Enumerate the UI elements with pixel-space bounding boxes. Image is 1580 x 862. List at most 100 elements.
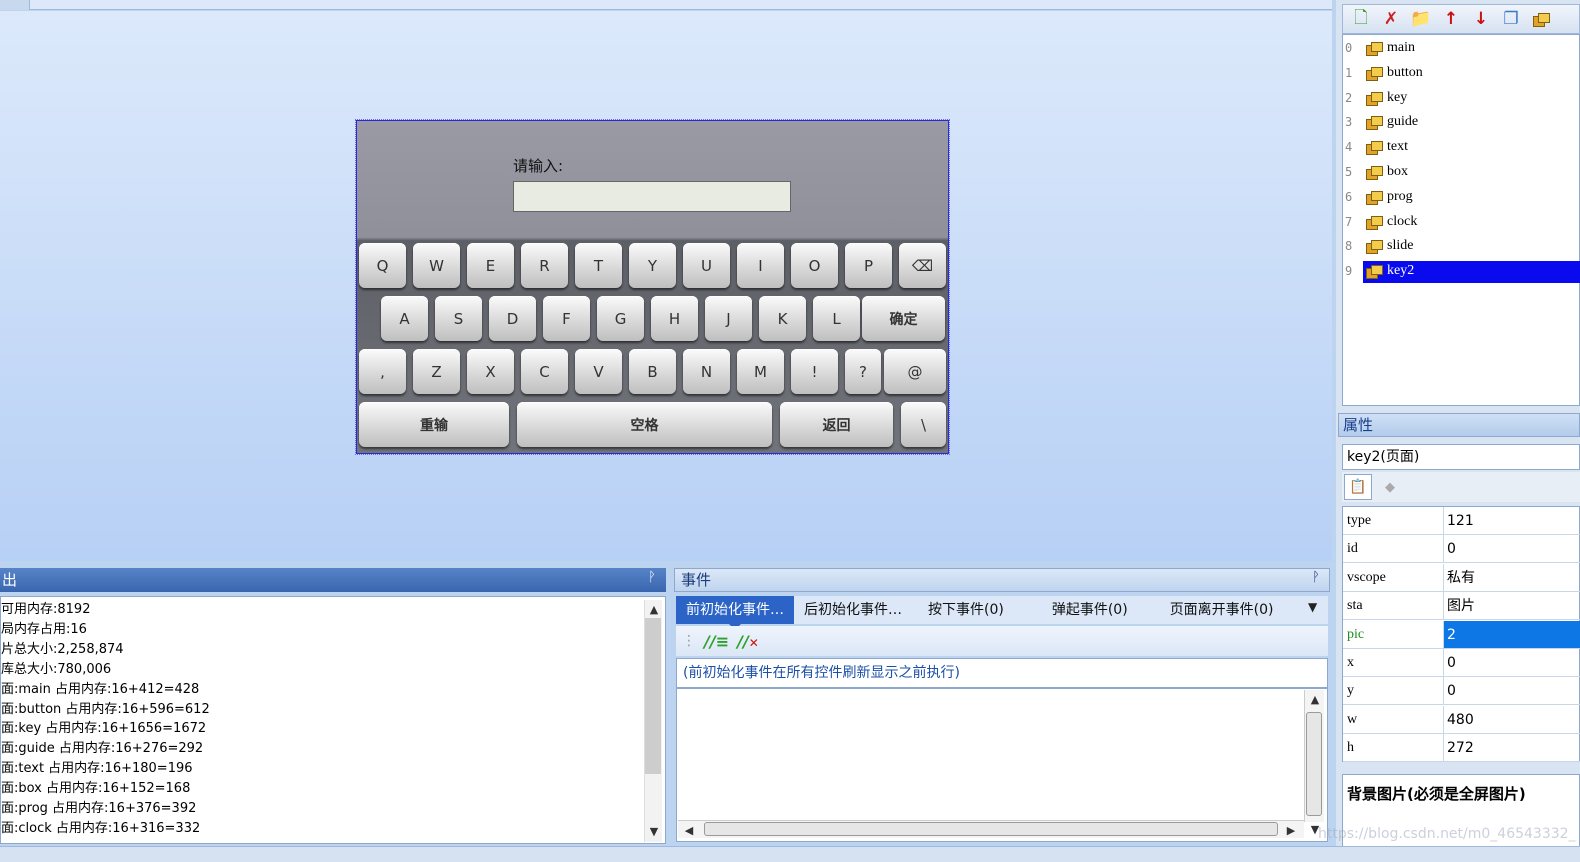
output-line: 面:main 占用内存:16+412=428: [1, 681, 200, 697]
keyboard-key[interactable]: H: [651, 296, 698, 341]
event-tab[interactable]: 页面离开事件(0): [1160, 596, 1284, 624]
editor-vertical-thumb[interactable]: [1306, 712, 1322, 816]
keyboard-key[interactable]: X: [467, 349, 514, 394]
page-list-item[interactable]: 1 button: [1343, 61, 1580, 85]
keyboard-key[interactable]: !: [791, 349, 838, 394]
property-value[interactable]: 私有: [1444, 564, 1580, 591]
property-row[interactable]: h 272: [1343, 734, 1580, 763]
keyboard-key[interactable]: 重输: [359, 402, 509, 447]
property-value[interactable]: 121: [1444, 507, 1580, 534]
property-value[interactable]: 480: [1444, 706, 1580, 733]
property-row[interactable]: x0: [1343, 649, 1580, 677]
event-tab[interactable]: 后初始化事件…: [794, 596, 912, 624]
keyboard-key[interactable]: K: [759, 296, 806, 341]
event-code-editor[interactable]: [676, 688, 1328, 842]
editor-scroll-left-icon[interactable]: ◀: [680, 821, 698, 839]
text-input-field[interactable]: [513, 181, 791, 212]
property-value[interactable]: 0: [1444, 677, 1580, 704]
page-name: main: [1387, 40, 1415, 55]
property-row[interactable]: sta 图片: [1343, 592, 1580, 621]
property-row[interactable]: vscope 私有: [1343, 563, 1580, 592]
keyboard-key[interactable]: 确定: [862, 296, 945, 341]
new-page-icon[interactable]: 🗋: [1349, 8, 1373, 30]
property-value[interactable]: 2: [1444, 620, 1580, 648]
uncomment-icon[interactable]: //✕: [737, 632, 759, 651]
page-list-item[interactable]: 4 text: [1343, 135, 1580, 159]
page-list-item[interactable]: 9 key2: [1343, 259, 1580, 284]
keyboard-key[interactable]: W: [413, 243, 460, 288]
output-pin-icon[interactable]: ᚹ: [648, 570, 656, 585]
property-row[interactable]: id 0: [1343, 535, 1580, 564]
keyboard-key[interactable]: L: [813, 296, 860, 341]
output-scroll-thumb[interactable]: [645, 618, 661, 774]
keyboard-key[interactable]: O: [791, 243, 838, 288]
event-tab[interactable]: 前初始化事件…: [676, 596, 794, 630]
property-value[interactable]: 272: [1444, 734, 1580, 761]
keyboard-key[interactable]: D: [489, 296, 536, 341]
page-list-item[interactable]: 3 guide: [1343, 110, 1580, 134]
arrow-up-icon[interactable]: ↑: [1439, 8, 1463, 30]
keyboard-key[interactable]: T: [575, 243, 622, 288]
keyboard-key[interactable]: P: [845, 243, 892, 288]
events-pin-icon[interactable]: ᚹ: [1312, 570, 1320, 585]
keyboard-key[interactable]: C: [521, 349, 568, 394]
page-list-item[interactable]: 6 prog: [1343, 185, 1580, 209]
scroll-up-icon[interactable]: ▲: [645, 600, 663, 618]
editor-scroll-right-icon[interactable]: ▶: [1282, 821, 1300, 839]
keyboard-key[interactable]: N: [683, 349, 730, 394]
page-list-item[interactable]: 5 box: [1343, 160, 1580, 184]
keyboard-key[interactable]: 空格: [517, 402, 772, 447]
output-line: 局内存占用:16: [1, 621, 87, 637]
keyboard-key[interactable]: S: [435, 296, 482, 341]
keyboard-page-preview[interactable]: 请输入: Q W E R T Y U I O P ⌫ A S D F G H J K L 确定, Z X C V B N M!? @ 重输…: [355, 119, 950, 455]
copy-page-icon[interactable]: ❐: [1499, 8, 1523, 30]
page-list-item[interactable]: 8 slide: [1343, 234, 1580, 258]
keyboard-key[interactable]: ?: [845, 349, 881, 394]
keyboard-key[interactable]: A: [381, 296, 428, 341]
page-index: 1: [1345, 65, 1353, 80]
keyboard-key[interactable]: R: [521, 243, 568, 288]
page-menu-icon[interactable]: [1529, 8, 1553, 30]
page-list-item[interactable]: 2 key: [1343, 86, 1580, 110]
keyboard-key[interactable]: E: [467, 243, 514, 288]
property-row[interactable]: y0: [1343, 677, 1580, 706]
keyboard-key[interactable]: Q: [359, 243, 406, 288]
keyboard-key[interactable]: U: [683, 243, 730, 288]
keyboard-key[interactable]: B: [629, 349, 676, 394]
keyboard-key[interactable]: Y: [629, 243, 676, 288]
property-object-selector[interactable]: key2(页面): [1342, 444, 1580, 470]
keyboard-key[interactable]: M: [737, 349, 784, 394]
keyboard-key[interactable]: ⌫: [899, 243, 946, 288]
scroll-down-icon[interactable]: ▼: [645, 822, 663, 840]
property-row[interactable]: pic 2: [1343, 620, 1580, 649]
keyboard-key[interactable]: 返回: [780, 402, 893, 447]
delete-page-icon[interactable]: ✗: [1379, 8, 1403, 30]
property-value[interactable]: 0: [1444, 535, 1580, 562]
comment-icon[interactable]: //≡: [704, 632, 729, 651]
event-tab[interactable]: 按下事件(0): [918, 596, 1014, 624]
property-value[interactable]: 0: [1444, 649, 1580, 676]
event-tab[interactable]: 弹起事件(0): [1042, 596, 1138, 624]
editor-horizontal-thumb[interactable]: [704, 822, 1278, 836]
property-row[interactable]: type 121: [1343, 507, 1580, 535]
editor-scroll-up-icon[interactable]: ▲: [1306, 690, 1324, 708]
property-row[interactable]: w 480: [1343, 705, 1580, 734]
page-list-item[interactable]: 0 main: [1343, 36, 1580, 60]
properties-sort-icon[interactable]: 📋: [1344, 474, 1372, 500]
move-page-icon[interactable]: 📁: [1409, 8, 1433, 30]
keyboard-key[interactable]: G: [597, 296, 644, 341]
document-tab[interactable]: [0, 0, 30, 10]
keyboard-key[interactable]: I: [737, 243, 784, 288]
keyboard-key[interactable]: \: [901, 402, 946, 447]
properties-events-icon[interactable]: ◆: [1380, 477, 1400, 497]
tab-overflow-icon[interactable]: ▼: [1308, 600, 1317, 614]
property-value[interactable]: 图片: [1444, 592, 1580, 619]
keyboard-key[interactable]: F: [543, 296, 590, 341]
keyboard-key[interactable]: ,: [359, 349, 406, 394]
keyboard-key[interactable]: Z: [413, 349, 460, 394]
keyboard-key[interactable]: V: [575, 349, 622, 394]
arrow-down-icon[interactable]: ↓: [1469, 8, 1493, 30]
page-list-item[interactable]: 7 clock: [1343, 210, 1580, 234]
keyboard-key[interactable]: @: [884, 349, 946, 394]
keyboard-key[interactable]: J: [705, 296, 752, 341]
